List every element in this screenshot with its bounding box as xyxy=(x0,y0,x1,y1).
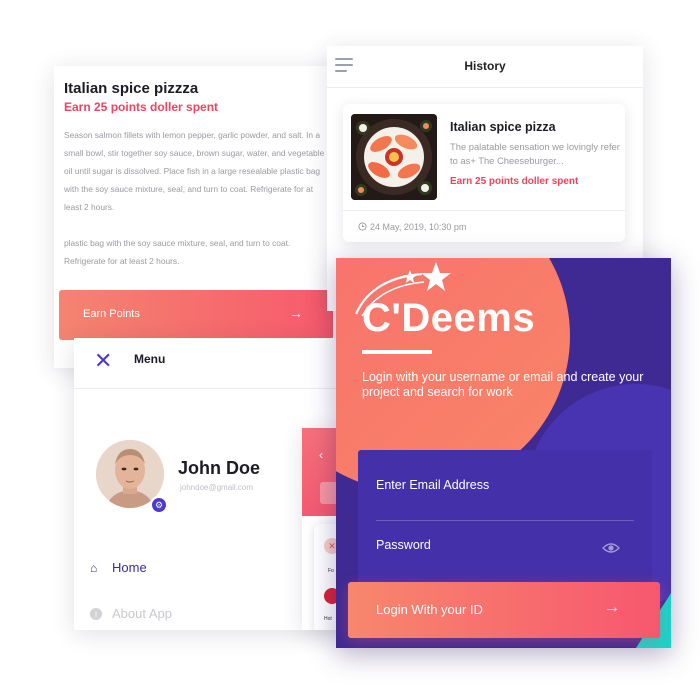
hotel-category-label: Hot xyxy=(324,616,332,622)
login-button[interactable]: Login With your ID → xyxy=(348,582,660,638)
login-button-label: Login With your ID xyxy=(376,602,483,617)
history-title: History xyxy=(464,59,506,73)
history-header: History xyxy=(327,46,643,88)
home-icon: ⌂ xyxy=(90,561,98,575)
nav-item-home[interactable]: ⌂ Home xyxy=(90,560,147,575)
history-item-description: The palatable sensation we lovingly refe… xyxy=(450,141,620,166)
chevron-left-icon[interactable]: ‹ xyxy=(319,448,323,462)
history-item-footer: 24 May, 2019, 10:30 pm xyxy=(343,210,625,242)
brand-logo-text: C'Deems xyxy=(362,296,536,340)
password-input[interactable] xyxy=(376,538,614,552)
arrow-right-icon: → xyxy=(604,599,620,616)
login-tagline: Login with your username or email and cr… xyxy=(362,370,644,399)
earn-points-label: Earn Points xyxy=(83,308,140,320)
login-card: C'Deems Login with your username or emai… xyxy=(336,258,671,648)
user-email: johndoe@gmail.com xyxy=(180,483,254,492)
menu-title: Menu xyxy=(134,352,166,366)
form-divider xyxy=(376,520,634,521)
info-icon: i xyxy=(90,608,102,620)
clock-icon xyxy=(358,222,367,231)
sushi-image xyxy=(351,114,437,200)
gear-icon[interactable]: ⚙ xyxy=(150,496,168,514)
history-item-date: 24 May, 2019, 10:30 pm xyxy=(370,222,467,232)
nav-item-about-label: About App xyxy=(112,606,172,621)
recipe-title: Italian spice pizzza xyxy=(64,80,199,97)
history-list-item[interactable]: Italian spice pizza The palatable sensat… xyxy=(343,104,625,242)
earn-points-button[interactable]: Earn Points → xyxy=(59,290,333,340)
history-item-date-row: 24 May, 2019, 10:30 pm xyxy=(358,222,466,232)
menu-divider xyxy=(74,388,336,389)
recipe-points: Earn 25 points doller spent xyxy=(64,100,219,114)
menu-card: ✕ Menu ⚙ John Doe johndoe@gmail.com ⌂ Hom… xyxy=(74,338,336,630)
recipe-paragraph-2: plastic bag with the soy sauce mixture, … xyxy=(64,238,291,266)
recipe-paragraph-1: Season salmon fillets with lemon pepper,… xyxy=(64,130,325,212)
eye-icon[interactable] xyxy=(602,542,620,554)
recipe-detail-card: Italian spice pizzza Earn 25 points doll… xyxy=(54,66,336,368)
email-input[interactable] xyxy=(376,478,614,492)
login-form xyxy=(358,450,652,600)
nav-item-home-label: Home xyxy=(112,560,147,575)
arrow-right-icon: → xyxy=(289,305,303,321)
history-item-points: Earn 25 points doller spent xyxy=(450,176,579,187)
brand-underline xyxy=(362,350,432,354)
close-icon[interactable]: ✕ xyxy=(94,350,112,372)
recipe-description: Season salmon fillets with lemon pepper,… xyxy=(64,126,330,288)
food-category-label: Fo xyxy=(328,568,334,574)
user-name: John Doe xyxy=(178,458,261,478)
history-item-title: Italian spice pizza xyxy=(450,120,556,134)
nav-item-about[interactable]: i About App xyxy=(90,606,172,621)
